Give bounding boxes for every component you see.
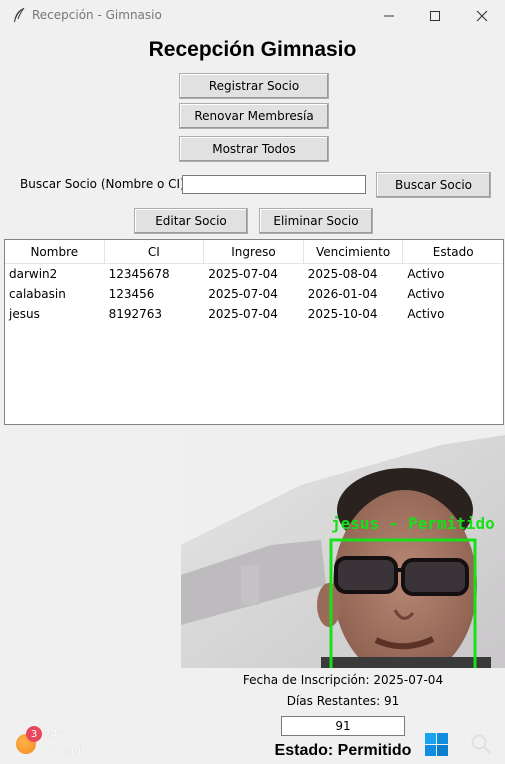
search-icon[interactable] bbox=[470, 733, 492, 755]
cell-ingreso: 2025-07-04 bbox=[208, 267, 278, 281]
search-input[interactable] bbox=[182, 175, 366, 194]
cell-estado: Activo bbox=[407, 287, 445, 301]
access-status: Estado: Permitido bbox=[274, 742, 412, 759]
days-remaining: Días Restantes: 91 bbox=[286, 694, 400, 708]
days-remaining-field[interactable]: 91 bbox=[281, 716, 405, 736]
cell-ci: 12345678 bbox=[108, 267, 170, 281]
cell-vencimiento: 2025-10-04 bbox=[307, 307, 378, 321]
table-row[interactable]: darwin2 12345678 2025-07-04 2025-08-04 A… bbox=[5, 264, 503, 284]
weather-temperature: 24°C bbox=[44, 728, 72, 741]
feather-icon bbox=[14, 7, 25, 22]
members-table[interactable]: Nombre CI Ingreso Vencimiento Estado dar… bbox=[4, 239, 504, 425]
register-member-button[interactable]: Registrar Socio bbox=[179, 73, 329, 99]
window-titlebar: Recepción - Gimnasio bbox=[0, 0, 505, 31]
window-title: Recepción - Gimnasio bbox=[32, 8, 162, 22]
cell-ingreso: 2025-07-04 bbox=[208, 287, 278, 301]
close-icon bbox=[476, 10, 488, 21]
cell-estado: Activo bbox=[407, 307, 445, 321]
camera-feed: jesus - Permitido bbox=[181, 425, 505, 668]
edit-member-button[interactable]: Editar Socio bbox=[134, 208, 248, 234]
column-header-ingreso[interactable]: Ingreso bbox=[204, 240, 304, 264]
cell-nombre: calabasin bbox=[9, 287, 66, 301]
inscription-date: Fecha de Inscripción: 2025-07-04 bbox=[242, 673, 444, 687]
table-header: Nombre CI Ingreso Vencimiento Estado bbox=[5, 240, 503, 264]
renew-membership-button[interactable]: Renovar Membresía bbox=[179, 103, 329, 129]
column-header-estado[interactable]: Estado bbox=[403, 240, 503, 264]
cell-ingreso: 2025-07-04 bbox=[208, 307, 278, 321]
close-button[interactable] bbox=[459, 0, 505, 31]
weather-badge: 3 bbox=[26, 726, 42, 742]
minimize-button[interactable] bbox=[366, 0, 412, 31]
cell-nombre: jesus bbox=[9, 307, 40, 321]
page-title: Recepción Gimnasio bbox=[148, 38, 357, 61]
maximize-icon bbox=[430, 10, 440, 21]
minimize-icon bbox=[384, 15, 394, 16]
search-button[interactable]: Buscar Socio bbox=[376, 172, 491, 198]
table-row[interactable]: calabasin 123456 2025-07-04 2026-01-04 A… bbox=[5, 284, 503, 304]
table-body: darwin2 12345678 2025-07-04 2025-08-04 A… bbox=[5, 264, 503, 324]
cell-nombre: darwin2 bbox=[9, 267, 58, 281]
cell-vencimiento: 2025-08-04 bbox=[307, 267, 378, 281]
search-label: Buscar Socio (Nombre o CI): bbox=[20, 177, 189, 191]
cell-estado: Activo bbox=[407, 267, 445, 281]
cell-ci: 123456 bbox=[108, 287, 155, 301]
column-header-ci[interactable]: CI bbox=[104, 240, 205, 264]
delete-member-button[interactable]: Eliminar Socio bbox=[259, 208, 373, 234]
camera-image: jesus - Permitido bbox=[181, 425, 505, 668]
windows-start-icon[interactable] bbox=[425, 733, 448, 756]
maximize-button[interactable] bbox=[412, 0, 458, 31]
table-row[interactable]: jesus 8192763 2025-07-04 2025-10-04 Acti… bbox=[5, 304, 503, 324]
show-all-button[interactable]: Mostrar Todos bbox=[179, 136, 329, 162]
cell-vencimiento: 2026-01-04 bbox=[307, 287, 378, 301]
cell-ci: 8192763 bbox=[108, 307, 163, 321]
detection-label: jesus - Permitido bbox=[331, 514, 495, 533]
column-header-vencimiento[interactable]: Vencimiento bbox=[303, 240, 404, 264]
column-header-nombre[interactable]: Nombre bbox=[5, 240, 105, 264]
weather-condition: Soleado bbox=[44, 744, 88, 757]
